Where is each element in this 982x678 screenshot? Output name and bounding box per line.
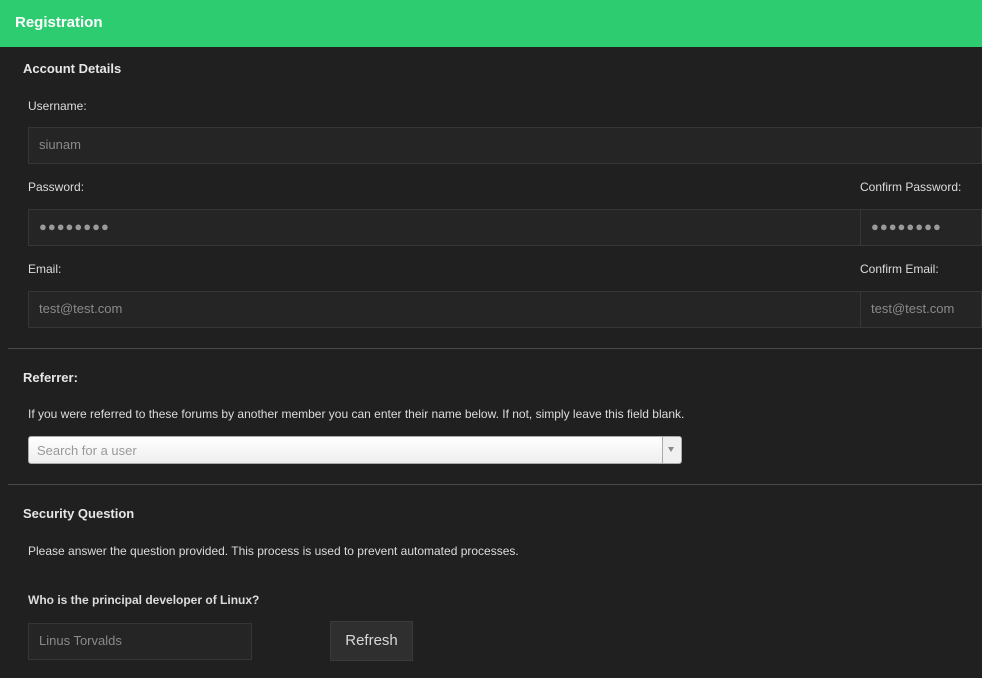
security-description: Please answer the question provided. Thi…	[28, 544, 519, 558]
referrer-description: If you were referred to these forums by …	[28, 407, 685, 421]
confirm-password-field[interactable]: ●●●●●●●●	[860, 209, 982, 246]
referrer-search-select[interactable]: Search for a user	[28, 436, 682, 464]
password-label: Password:	[28, 180, 85, 194]
username-field[interactable]: siunam	[28, 127, 982, 164]
confirm-password-label: Confirm Password:	[860, 180, 962, 194]
refresh-button[interactable]: Refresh	[330, 621, 413, 661]
account-details-title: Account Details	[23, 61, 122, 76]
referrer-title: Referrer:	[23, 370, 78, 385]
confirm-email-label: Confirm Email:	[860, 262, 939, 276]
confirm-email-field[interactable]: test@test.com	[860, 291, 982, 328]
security-question-text: Who is the principal developer of Linux?	[28, 593, 260, 607]
registration-header: Registration	[0, 0, 982, 47]
email-field[interactable]: test@test.com	[28, 291, 861, 328]
security-answer-field[interactable]: Linus Torvalds	[28, 623, 252, 660]
security-question-title: Security Question	[23, 506, 135, 521]
dropdown-arrow-icon[interactable]	[662, 437, 681, 463]
email-label: Email:	[28, 262, 62, 276]
referrer-search-placeholder: Search for a user	[37, 443, 137, 458]
username-label: Username:	[28, 99, 87, 113]
section-divider	[8, 484, 982, 485]
password-field[interactable]: ●●●●●●●●	[28, 209, 861, 246]
section-divider	[8, 348, 982, 349]
header-title: Registration	[15, 14, 103, 31]
